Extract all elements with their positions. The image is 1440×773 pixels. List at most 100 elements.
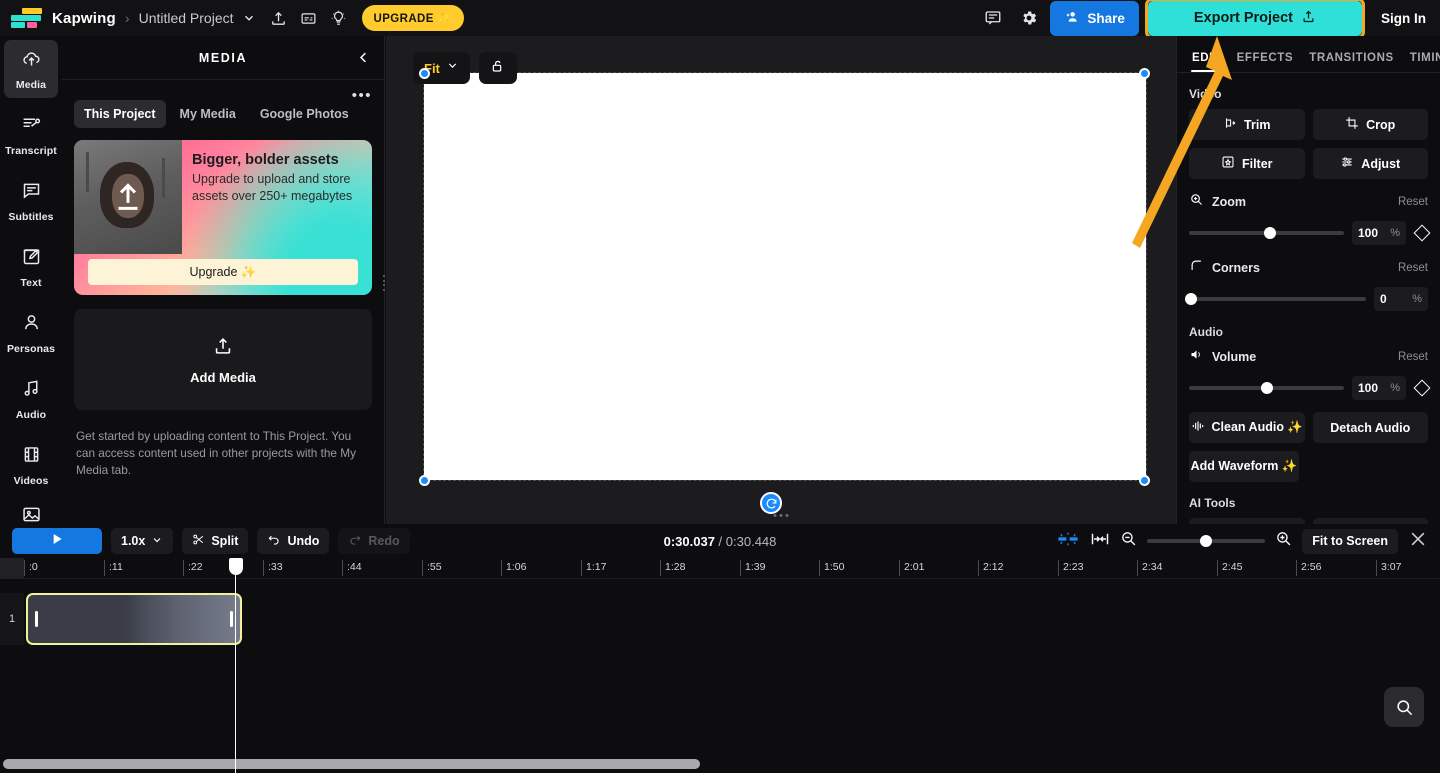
promo-heading: Bigger, bolder assets — [192, 152, 339, 168]
left-nav-rail: Media Transcript Subtitles Text Personas — [0, 36, 62, 524]
zoom-out-icon[interactable] — [1120, 530, 1137, 552]
fit-to-screen-button[interactable]: Fit to Screen — [1302, 528, 1398, 554]
volume-keyframe-icon[interactable] — [1413, 379, 1431, 397]
tab-timing[interactable]: TIMING — [1403, 52, 1440, 72]
gear-icon[interactable] — [1014, 3, 1044, 33]
ruler-tick-label: 2:34 — [1142, 561, 1163, 573]
resize-handle-bottom-right[interactable] — [1139, 475, 1150, 486]
lock-toggle-button[interactable] — [478, 52, 517, 84]
volume-value-field[interactable]: 100 % — [1352, 376, 1406, 400]
tab-my-media[interactable]: My Media — [170, 100, 246, 128]
top-bar-right-group: Share Export Project Sign In — [978, 0, 1430, 39]
sidebar-item-label: Text — [20, 276, 42, 289]
chevron-left-icon[interactable] — [350, 45, 376, 71]
timeline-ruler[interactable]: :0:11:22:33:44:55 1:06 1:17 1:28 1:39 1:50 2:0… — [0, 558, 1440, 579]
zoom-slider[interactable] — [1189, 227, 1344, 239]
film-strip-icon — [21, 444, 42, 470]
tab-google-photos[interactable]: Google Photos — [250, 100, 359, 128]
tab-this-project[interactable]: This Project — [74, 100, 166, 128]
breadcrumb-separator: › — [124, 10, 130, 26]
sidebar-item-personas[interactable]: Personas — [4, 304, 58, 362]
adjust-button[interactable]: Adjust — [1312, 148, 1428, 179]
top-bar: Kapwing › Untitled Project UPGRADE ✨ Sha… — [0, 0, 1440, 39]
ruler-tick-label: 2:45 — [1222, 561, 1243, 573]
trim-icon — [1223, 116, 1237, 133]
trim-button[interactable]: Trim — [1189, 109, 1305, 140]
upgrade-promo-card[interactable]: Bigger, bolder assets Upgrade to upload … — [74, 140, 372, 295]
corners-reset-button[interactable]: Reset — [1398, 262, 1428, 274]
close-icon[interactable] — [1408, 529, 1428, 554]
ruler-tick-label: 2:23 — [1063, 561, 1084, 573]
export-project-button[interactable]: Export Project — [1147, 0, 1362, 36]
volume-slider[interactable] — [1189, 382, 1344, 394]
export-project-wrapper: Export Project — [1144, 0, 1365, 39]
promo-thumbnail — [74, 140, 182, 254]
zoom-value-field[interactable]: 100 % — [1352, 221, 1406, 245]
corners-unit: % — [1412, 293, 1422, 305]
sidebar-item-media[interactable]: Media — [4, 40, 58, 98]
captions-icon[interactable] — [294, 3, 324, 33]
clip-trim-handle-right[interactable] — [230, 611, 233, 627]
timeline-zoom-slider[interactable] — [1147, 535, 1266, 547]
tab-effects[interactable]: EFFECTS — [1230, 52, 1301, 72]
corners-value-field[interactable]: 0 % — [1374, 287, 1428, 311]
clean-audio-label: Clean Audio ✨ — [1211, 420, 1304, 434]
redo-button[interactable]: Redo — [338, 528, 410, 554]
page-title: MEDIA — [198, 50, 248, 65]
split-button[interactable]: Split — [182, 528, 249, 554]
kapwing-logo[interactable] — [10, 7, 44, 29]
snap-icon[interactable] — [1056, 529, 1080, 554]
tab-transitions[interactable]: TRANSITIONS — [1302, 52, 1401, 72]
search-icon[interactable] — [1384, 687, 1424, 727]
playback-speed-dropdown[interactable]: 1.0x — [111, 528, 174, 554]
scrollbar-thumb[interactable] — [3, 759, 700, 769]
add-media-dropzone[interactable]: Add Media — [74, 309, 372, 410]
zoom-keyframe-icon[interactable] — [1413, 224, 1431, 242]
brand-name[interactable]: Kapwing — [52, 10, 116, 27]
volume-reset-button[interactable]: Reset — [1398, 351, 1428, 363]
upgrade-button[interactable]: UPGRADE ✨ — [361, 5, 465, 31]
timeline-clip[interactable] — [26, 593, 242, 645]
sidebar-item-subtitles[interactable]: Subtitles — [4, 172, 58, 230]
add-waveform-button[interactable]: Add Waveform ✨ — [1189, 451, 1299, 482]
chevron-down-icon[interactable] — [234, 3, 264, 33]
promo-upgrade-button[interactable]: Upgrade ✨ — [88, 259, 358, 285]
zoom-in-icon[interactable] — [1275, 530, 1292, 552]
ruler-tick-label: 1:17 — [586, 561, 607, 573]
undo-button[interactable]: Undo — [257, 528, 330, 554]
canvas-resize-grip[interactable] — [773, 514, 789, 517]
fit-clips-icon[interactable] — [1090, 530, 1110, 553]
clip-trim-handle-left[interactable] — [35, 611, 38, 627]
sidebar-item-text[interactable]: Text — [4, 238, 58, 296]
play-icon — [49, 531, 65, 552]
timeline-toolbar-right: Fit to Screen — [1056, 528, 1428, 554]
filter-button[interactable]: Filter — [1189, 148, 1305, 179]
sign-in-link[interactable]: Sign In — [1381, 11, 1426, 26]
sidebar-item-audio[interactable]: Audio — [4, 370, 58, 428]
ruler-tick-label: :55 — [427, 561, 442, 573]
crop-button[interactable]: Crop — [1312, 109, 1428, 140]
sidebar-item-videos[interactable]: Videos — [4, 436, 58, 494]
tips-lightbulb-icon[interactable] — [324, 3, 354, 33]
ruler-tick-label: 2:12 — [983, 561, 1004, 573]
zoom-reset-button[interactable]: Reset — [1398, 196, 1428, 208]
sidebar-item-transcript[interactable]: Transcript — [4, 106, 58, 164]
play-button[interactable] — [12, 528, 102, 554]
playhead[interactable] — [228, 558, 243, 773]
export-project-label: Export Project — [1193, 10, 1293, 26]
clean-audio-button[interactable]: Clean Audio ✨ — [1189, 412, 1305, 443]
resize-handle-bottom-left[interactable] — [419, 475, 430, 486]
resize-handle-top-left[interactable] — [419, 68, 430, 79]
horizontal-scrollbar[interactable] — [0, 755, 1440, 773]
share-button[interactable]: Share — [1050, 0, 1139, 36]
detach-audio-button[interactable]: Detach Audio — [1312, 412, 1428, 443]
resize-handle-top-right[interactable] — [1139, 68, 1150, 79]
more-horizontal-icon[interactable]: ••• — [352, 88, 372, 103]
share-upload-icon[interactable] — [264, 3, 294, 33]
corners-slider[interactable] — [1184, 293, 1366, 305]
comment-icon[interactable] — [978, 3, 1008, 33]
rotate-handle[interactable] — [760, 492, 782, 514]
video-canvas[interactable] — [424, 73, 1146, 480]
tab-edit[interactable]: EDIT — [1185, 52, 1228, 72]
project-name[interactable]: Untitled Project — [139, 10, 234, 26]
